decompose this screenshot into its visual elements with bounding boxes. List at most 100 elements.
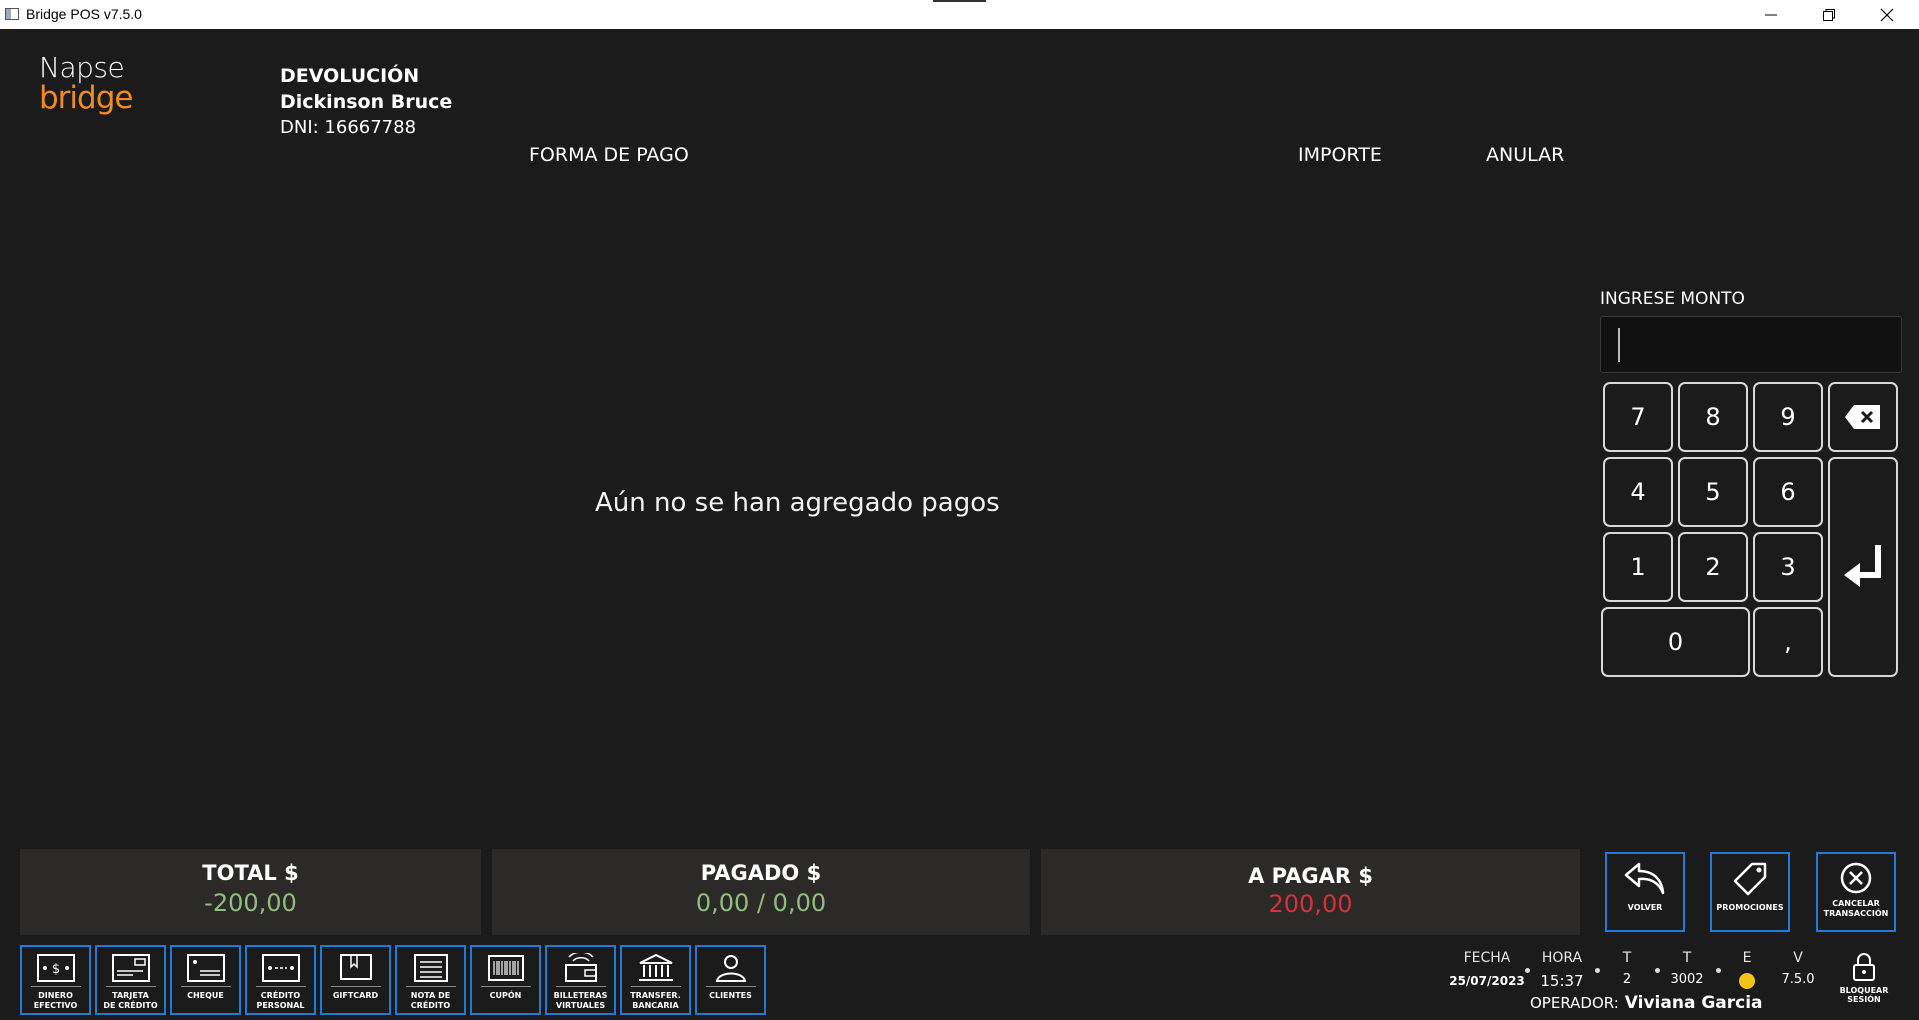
cancel-transaction-button[interactable]: CANCELAR TRANSACCIÓN <box>1816 852 1896 932</box>
enter-key[interactable] <box>1828 457 1898 677</box>
total-label: TOTAL $ <box>202 861 299 885</box>
status-terminal-2: T 3002 <box>1664 950 1710 987</box>
key-8[interactable]: 8 <box>1678 382 1748 452</box>
pm-bank-transfer-button[interactable]: TRANSFER. BANCARIA <box>620 945 691 1015</box>
pm-clients-button[interactable]: CLIENTES <box>695 945 766 1015</box>
status-separator <box>1716 968 1721 973</box>
status-separator <box>1525 968 1530 973</box>
pm-bank-transfer-label: TRANSFER. BANCARIA <box>630 991 681 1010</box>
logo-line-napse: Napse <box>39 51 125 84</box>
status-v-value: 7.5.0 <box>1781 972 1815 987</box>
pm-credit-card-button[interactable]: TARJETA DE CRÉDITO <box>95 945 166 1015</box>
pm-clients-label: CLIENTES <box>709 991 752 1000</box>
status-time-value: 15:37 <box>1540 972 1584 990</box>
pm-virtual-wallets-label: BILLETERAS VIRTUALES <box>553 991 608 1010</box>
pm-coupon-button[interactable]: CUPÓN <box>470 945 541 1015</box>
due-label: A PAGAR $ <box>1248 864 1373 888</box>
lock-icon <box>1853 953 1875 981</box>
pm-personal-credit-label: CRÉDITO PERSONAL <box>256 991 305 1010</box>
promotions-button[interactable]: PROMOCIONES <box>1710 852 1790 932</box>
lock-session-label: BLOQUEAR SESIÓN <box>1839 986 1889 1004</box>
operator-name: Viviana Garcia <box>1624 993 1763 1013</box>
credit-note-icon <box>413 954 448 982</box>
status-v-label: V <box>1793 950 1803 966</box>
column-header-cancel: ANULAR <box>1486 144 1565 166</box>
pm-cheque-label: CHEQUE <box>187 991 224 1000</box>
text-caret <box>1618 328 1620 362</box>
status-e-label: E <box>1742 950 1752 966</box>
key-comma[interactable]: , <box>1753 607 1823 677</box>
pm-giftcard-label: GIFTCARD <box>332 991 379 1000</box>
backspace-icon <box>1845 405 1880 429</box>
cheque-icon <box>186 954 225 982</box>
cancel-transaction-label-l1: CANCELAR <box>1832 899 1880 908</box>
status-e: E <box>1737 950 1757 989</box>
due-value: 200,00 <box>1268 890 1353 918</box>
key-0[interactable]: 0 <box>1601 607 1750 677</box>
status-indicator-dot <box>1739 973 1755 989</box>
enter-icon <box>1844 545 1881 587</box>
client-dni: DNI: 16667788 <box>280 117 417 138</box>
key-9[interactable]: 9 <box>1753 382 1823 452</box>
close-window-button[interactable] <box>1858 0 1916 29</box>
column-header-amount: IMPORTE <box>1298 144 1382 166</box>
minimize-button[interactable] <box>1742 0 1800 29</box>
credit-card-icon <box>111 954 150 982</box>
logo-line-bridge: bridge <box>39 80 133 116</box>
key-3[interactable]: 3 <box>1753 532 1823 602</box>
bank-icon <box>638 953 673 981</box>
pm-personal-credit-button[interactable]: CRÉDITO PERSONAL <box>245 945 316 1015</box>
total-value: -200,00 <box>204 889 297 917</box>
pm-cheque-button[interactable]: CHEQUE <box>170 945 241 1015</box>
status-time: HORA 15:37 <box>1538 950 1586 990</box>
personal-credit-icon <box>261 954 300 982</box>
window-title: Bridge POS v7.5.0 <box>26 6 142 22</box>
wallet-icon <box>564 953 597 982</box>
back-label: VOLVER <box>1627 903 1663 912</box>
app-icon <box>5 8 19 20</box>
barcode-icon <box>487 955 524 981</box>
pm-credit-note-button[interactable]: NOTA DE CRÉDITO <box>395 945 466 1015</box>
operator-info: OPERADOR: Viviana Garcia <box>1530 993 1763 1013</box>
window-drag-handle[interactable] <box>933 0 986 2</box>
pm-virtual-wallets-button[interactable]: BILLETERAS VIRTUALES <box>545 945 616 1015</box>
svg-text:$: $ <box>51 962 59 977</box>
status-t1-value: 2 <box>1622 972 1632 987</box>
cancel-transaction-label-l2: TRANSACCIÓN <box>1823 909 1889 918</box>
pm-giftcard-button[interactable]: GIFTCARD <box>320 945 391 1015</box>
operator-label: OPERADOR: <box>1530 994 1619 1012</box>
undo-arrow-icon <box>1624 862 1665 895</box>
key-1[interactable]: 1 <box>1603 532 1673 602</box>
restore-button[interactable] <box>1800 0 1858 29</box>
key-7[interactable]: 7 <box>1603 382 1673 452</box>
paid-label: PAGADO $ <box>700 861 822 885</box>
status-separator <box>1655 968 1660 973</box>
cancel-transaction-label: CANCELAR TRANSACCIÓN <box>1824 899 1889 919</box>
status-version: V 7.5.0 <box>1781 950 1815 987</box>
status-terminal-1: T 2 <box>1613 950 1641 987</box>
amount-input[interactable] <box>1600 316 1902 373</box>
key-4[interactable]: 4 <box>1603 457 1673 527</box>
pm-cash-button[interactable]: $ DINERO EFECTIVO <box>20 945 91 1015</box>
status-separator <box>1595 968 1600 973</box>
status-t2-value: 3002 <box>1670 972 1704 987</box>
pm-credit-note-label: NOTA DE CRÉDITO <box>410 991 451 1010</box>
key-5[interactable]: 5 <box>1678 457 1748 527</box>
status-time-label: HORA <box>1541 950 1583 966</box>
backspace-key[interactable] <box>1828 382 1898 452</box>
giftcard-icon <box>339 954 372 980</box>
paid-panel: PAGADO $ 0,00 / 0,00 <box>492 849 1030 935</box>
transaction-type: DEVOLUCIÓN <box>280 65 420 87</box>
pm-credit-card-label: TARJETA DE CRÉDITO <box>103 991 158 1010</box>
cancel-circle-icon <box>1840 862 1872 894</box>
key-2[interactable]: 2 <box>1678 532 1748 602</box>
amount-label: INGRESE MONTO <box>1600 289 1745 309</box>
lock-session-button[interactable]: BLOQUEAR SESIÓN <box>1836 952 1892 1004</box>
back-button[interactable]: VOLVER <box>1605 852 1685 932</box>
status-date-label: FECHA <box>1463 950 1511 966</box>
total-panel: TOTAL $ -200,00 <box>20 849 481 935</box>
due-panel: A PAGAR $ 200,00 <box>1041 849 1580 935</box>
empty-payments-message: Aún no se han agregado pagos <box>595 488 1000 518</box>
minimize-icon <box>1765 14 1777 15</box>
key-6[interactable]: 6 <box>1753 457 1823 527</box>
